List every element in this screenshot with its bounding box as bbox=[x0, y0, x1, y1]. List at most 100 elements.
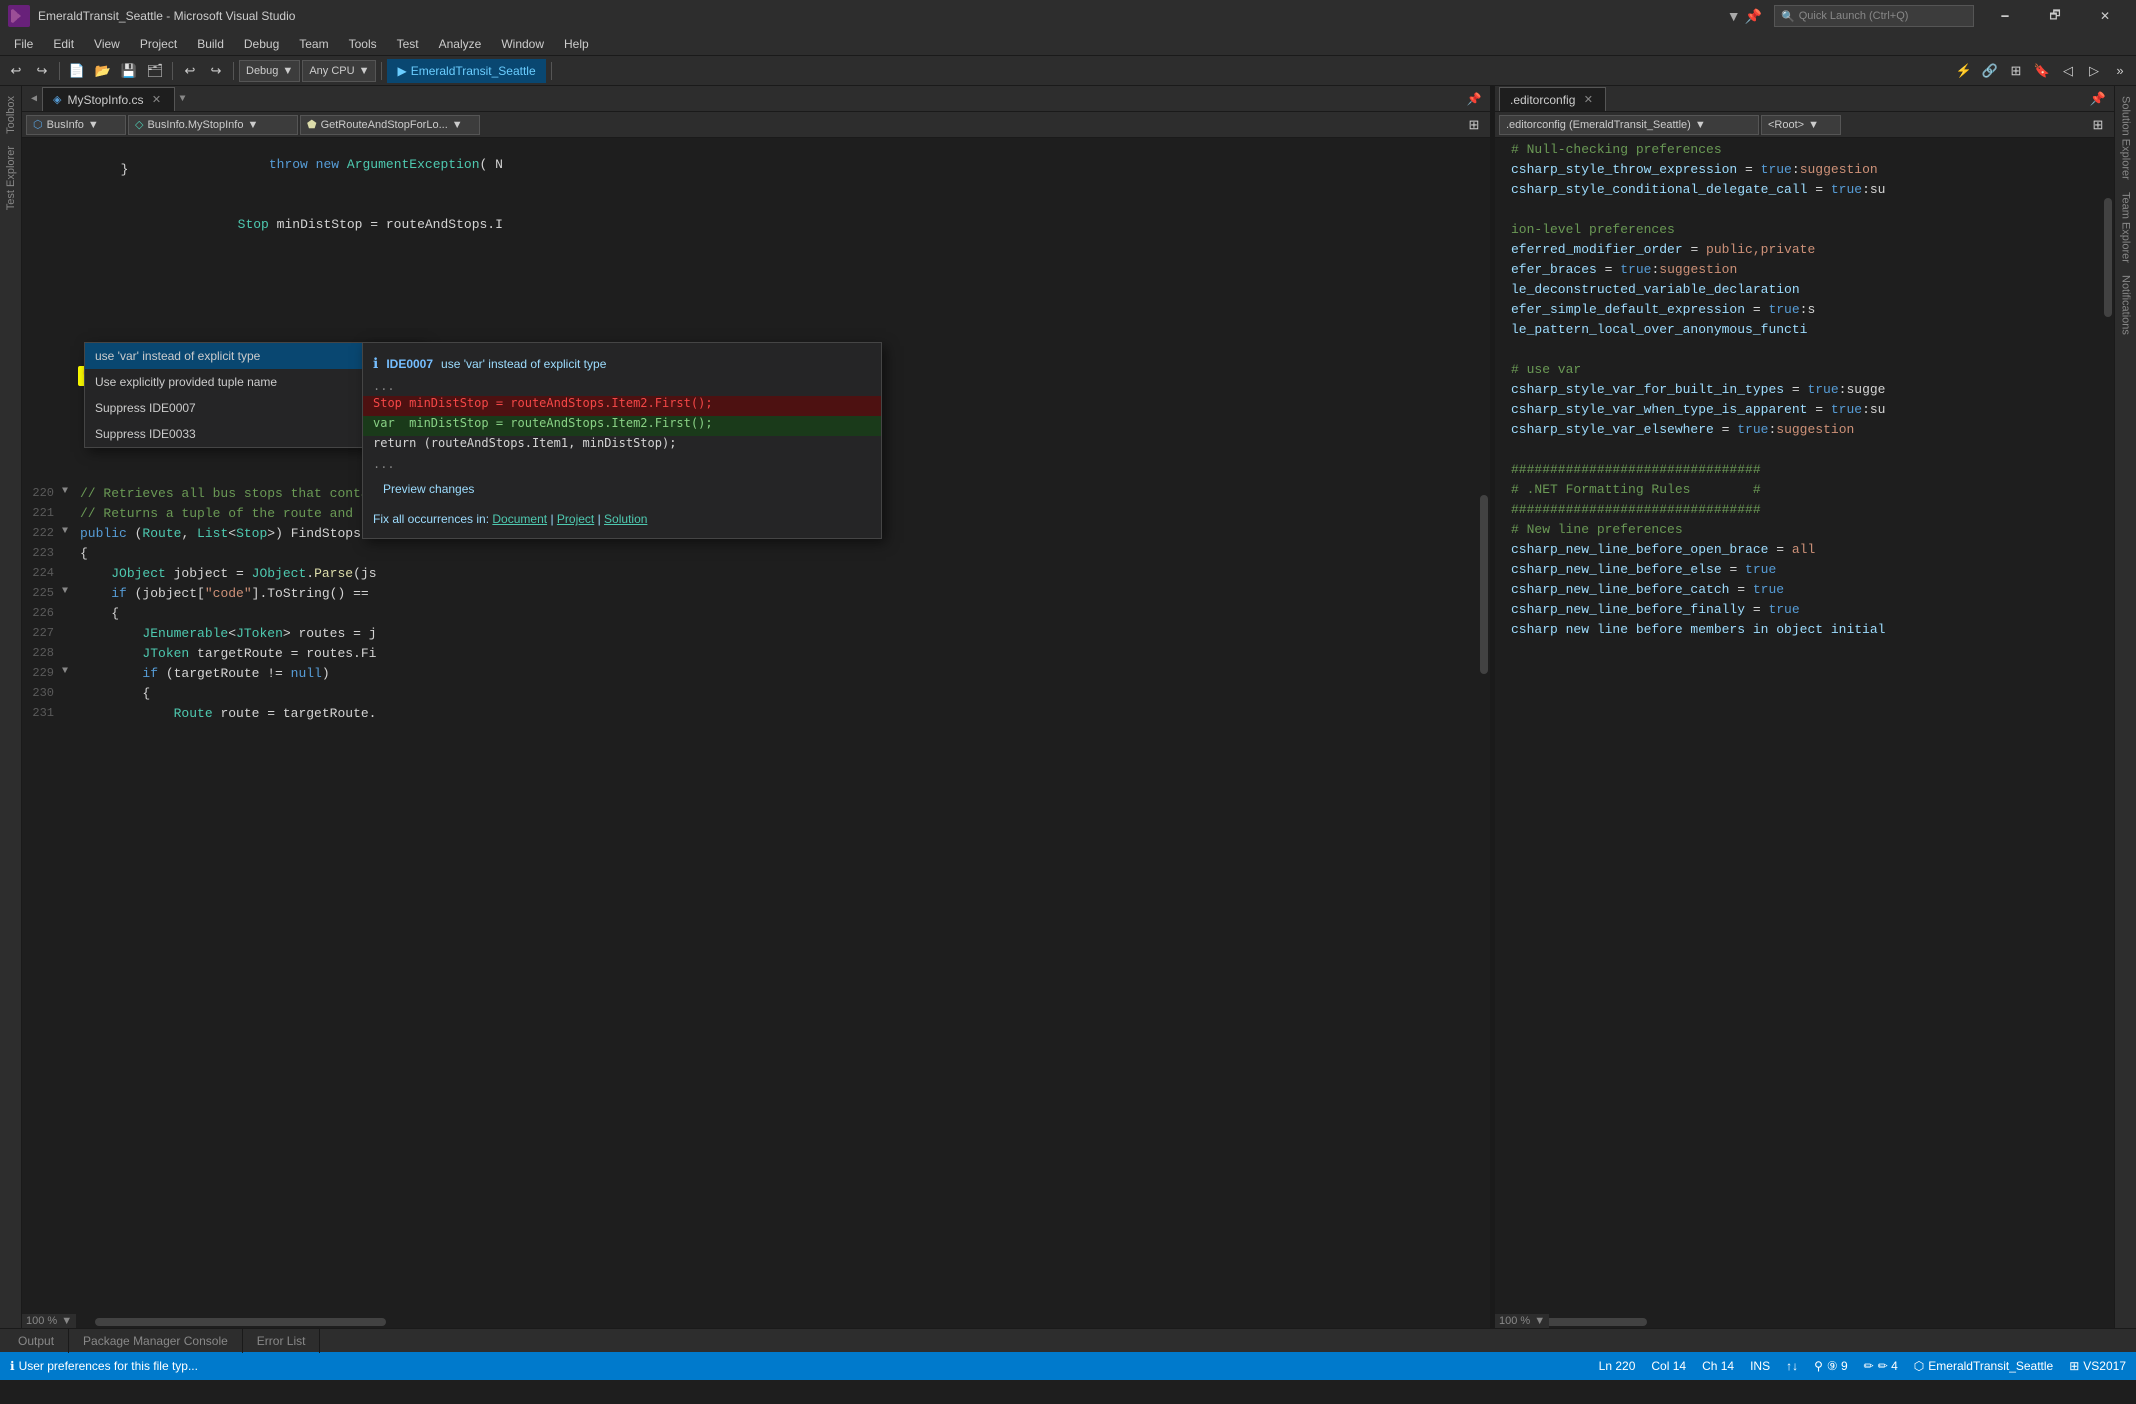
class-dropdown[interactable]: ◇ BusInfo.MyStopInfo ▼ bbox=[128, 115, 298, 135]
ln-status: Ln 220 bbox=[1599, 1359, 1636, 1373]
extra-btn6[interactable]: ▷ bbox=[2082, 59, 2106, 83]
tab-scroll-left[interactable]: ◀ bbox=[26, 87, 42, 111]
test-explorer-tab[interactable]: Test Explorer bbox=[3, 140, 19, 216]
more-btn[interactable]: » bbox=[2108, 59, 2132, 83]
editorconfig-nav[interactable]: .editorconfig (EmeraldTransit_Seattle) ▼ bbox=[1499, 115, 1759, 135]
info-icon: ℹ bbox=[10, 1359, 15, 1373]
chevron-down-icon: ▼ bbox=[1695, 119, 1706, 131]
output-tab[interactable]: Output bbox=[4, 1329, 69, 1353]
title-bar: EmeraldTransit_Seattle - Microsoft Visua… bbox=[0, 0, 2136, 32]
zoom-level-right[interactable]: 100 % ▼ bbox=[1495, 1314, 1549, 1328]
minimize-button[interactable]: 🗕 bbox=[1982, 0, 2028, 32]
tab-scroll-right[interactable]: ▼ bbox=[175, 87, 191, 111]
pin-tab-button[interactable]: 📌 bbox=[1462, 87, 1486, 111]
menu-project[interactable]: Project bbox=[130, 32, 187, 56]
diff-dots-bottom: ... bbox=[363, 456, 881, 474]
menu-debug[interactable]: Debug bbox=[234, 32, 289, 56]
fix-document-link[interactable]: Document bbox=[492, 512, 547, 526]
method-dropdown[interactable]: ⬟ GetRouteAndStopForLo... ▼ bbox=[300, 115, 480, 135]
menu-team[interactable]: Team bbox=[289, 32, 338, 56]
package-manager-tab[interactable]: Package Manager Console bbox=[69, 1329, 243, 1353]
horizontal-scrollbar[interactable] bbox=[22, 1316, 1478, 1328]
sep4 bbox=[381, 62, 382, 80]
zoom-level-left[interactable]: 100 % ▼ bbox=[22, 1314, 76, 1328]
left-panel-strip: Toolbox Test Explorer bbox=[0, 86, 22, 1328]
tab-close-button[interactable]: ✕ bbox=[1581, 93, 1595, 107]
filter-icon[interactable]: ▼ bbox=[1727, 8, 1741, 24]
code-line-empty bbox=[22, 182, 1458, 202]
back-btn[interactable]: ↩ bbox=[4, 59, 28, 83]
rc-line-4: ion-level preferences bbox=[1507, 222, 2094, 242]
forward-btn[interactable]: ↪ bbox=[30, 59, 54, 83]
solution-explorer-tab[interactable]: Solution Explorer bbox=[2118, 90, 2134, 186]
extra-btn5[interactable]: ◁ bbox=[2056, 59, 2080, 83]
vs-version-status: ⊞ VS2017 bbox=[2069, 1359, 2126, 1373]
team-explorer-tab[interactable]: Team Explorer bbox=[2118, 186, 2134, 269]
indicator-status: ↑↓ bbox=[1786, 1359, 1798, 1373]
right-vertical-scrollbar[interactable] bbox=[2102, 138, 2114, 1328]
menu-tools[interactable]: Tools bbox=[339, 32, 387, 56]
run-button[interactable]: ▶ EmeraldTransit_Seattle bbox=[387, 59, 545, 83]
toolbox-tab[interactable]: Toolbox bbox=[3, 90, 19, 140]
debug-config-dropdown[interactable]: Debug ▼ bbox=[239, 60, 300, 82]
vertical-scrollbar[interactable] bbox=[1478, 138, 1490, 1328]
save-btn[interactable]: 💾 bbox=[117, 59, 141, 83]
restore-button[interactable]: 🗗 bbox=[2032, 0, 2078, 32]
menu-edit[interactable]: Edit bbox=[43, 32, 84, 56]
scroll-thumb[interactable] bbox=[1480, 495, 1488, 674]
chevron-down-icon: ▼ bbox=[282, 65, 293, 77]
menu-test[interactable]: Test bbox=[387, 32, 429, 56]
expand-right-btn[interactable]: ⊞ bbox=[2086, 113, 2110, 137]
menu-build[interactable]: Build bbox=[187, 32, 234, 56]
preview-changes-link[interactable]: Preview changes bbox=[373, 478, 871, 500]
project-icon: ⬡ bbox=[1914, 1359, 1924, 1373]
main-layout: Toolbox Test Explorer ◀ ◈ MyStopInfo.cs … bbox=[0, 86, 2136, 1352]
rc-line-8: efer_simple_default_expression = true:s bbox=[1507, 302, 2094, 322]
tab-filename: .editorconfig bbox=[1510, 93, 1575, 107]
rc-line-builtin: csharp_style_var_for_built_in_types = tr… bbox=[1507, 382, 2094, 402]
right-horizontal-scrollbar[interactable] bbox=[1495, 1316, 2102, 1328]
menu-file[interactable]: File bbox=[4, 32, 43, 56]
notifications-tab[interactable]: Notifications bbox=[2118, 269, 2134, 341]
search-icon: 🔍 bbox=[1781, 10, 1795, 23]
menu-view[interactable]: View bbox=[84, 32, 130, 56]
undo-btn[interactable]: ↩ bbox=[178, 59, 202, 83]
platform-dropdown[interactable]: Any CPU ▼ bbox=[302, 60, 376, 82]
fix-project-link[interactable]: Project bbox=[557, 512, 594, 526]
use-var-label: use 'var' instead of explicit type bbox=[95, 349, 260, 363]
open-btn[interactable]: 📂 bbox=[91, 59, 115, 83]
error-list-tab[interactable]: Error List bbox=[243, 1329, 321, 1353]
namespace-dropdown[interactable]: ⬡ BusInfo ▼ bbox=[26, 115, 126, 135]
menu-window[interactable]: Window bbox=[491, 32, 554, 56]
pin-icon[interactable]: 📌 bbox=[1745, 8, 1762, 25]
expand-editor-btn[interactable]: ⊞ bbox=[1462, 113, 1486, 137]
git-branch[interactable]: ⚲ ⑨ 9 bbox=[1814, 1359, 1848, 1373]
menu-help[interactable]: Help bbox=[554, 32, 599, 56]
fix-solution-link[interactable]: Solution bbox=[604, 512, 647, 526]
menu-analyze[interactable]: Analyze bbox=[429, 32, 492, 56]
lower-line-230: 230 { bbox=[22, 686, 1458, 706]
method-icon: ⬟ bbox=[307, 118, 317, 131]
extra-btn2[interactable]: 🔗 bbox=[1978, 59, 2002, 83]
save-all-btn[interactable]: 🗂 bbox=[143, 59, 167, 83]
pin-tab-btn-right[interactable]: 📌 bbox=[2086, 87, 2110, 111]
extra-btn3[interactable]: ⊞ bbox=[2004, 59, 2028, 83]
info-icon: ℹ bbox=[373, 355, 378, 372]
git-changes[interactable]: ✏ ✏ 4 bbox=[1864, 1359, 1898, 1373]
root-nav[interactable]: <Root> ▼ bbox=[1761, 115, 1841, 135]
editorconfig-tab[interactable]: .editorconfig ✕ bbox=[1499, 87, 1606, 111]
mystopinfo-tab[interactable]: ◈ MyStopInfo.cs ✕ bbox=[42, 87, 175, 111]
new-file-btn[interactable]: 📄 bbox=[65, 59, 89, 83]
tab-close-button[interactable]: ✕ bbox=[150, 93, 164, 107]
diff-header: ℹ IDE0007 use 'var' instead of explicit … bbox=[363, 351, 881, 378]
right-code-editor[interactable]: # Null-checking preferences csharp_style… bbox=[1495, 138, 2114, 1328]
h-scroll-thumb[interactable] bbox=[95, 1318, 386, 1326]
redo-btn[interactable]: ↪ bbox=[204, 59, 228, 83]
quick-launch-box[interactable]: 🔍 Quick Launch (Ctrl+Q) bbox=[1774, 5, 1974, 27]
right-scroll-thumb[interactable] bbox=[2104, 198, 2112, 317]
code-editor[interactable]: throw new ArgumentException( N } bbox=[22, 138, 1490, 1328]
close-button[interactable]: ✕ bbox=[2082, 0, 2128, 32]
extra-btn4[interactable]: 🔖 bbox=[2030, 59, 2054, 83]
titlebar-icons: ▼ 📌 bbox=[1727, 8, 1762, 25]
extra-btn1[interactable]: ⚡ bbox=[1952, 59, 1976, 83]
